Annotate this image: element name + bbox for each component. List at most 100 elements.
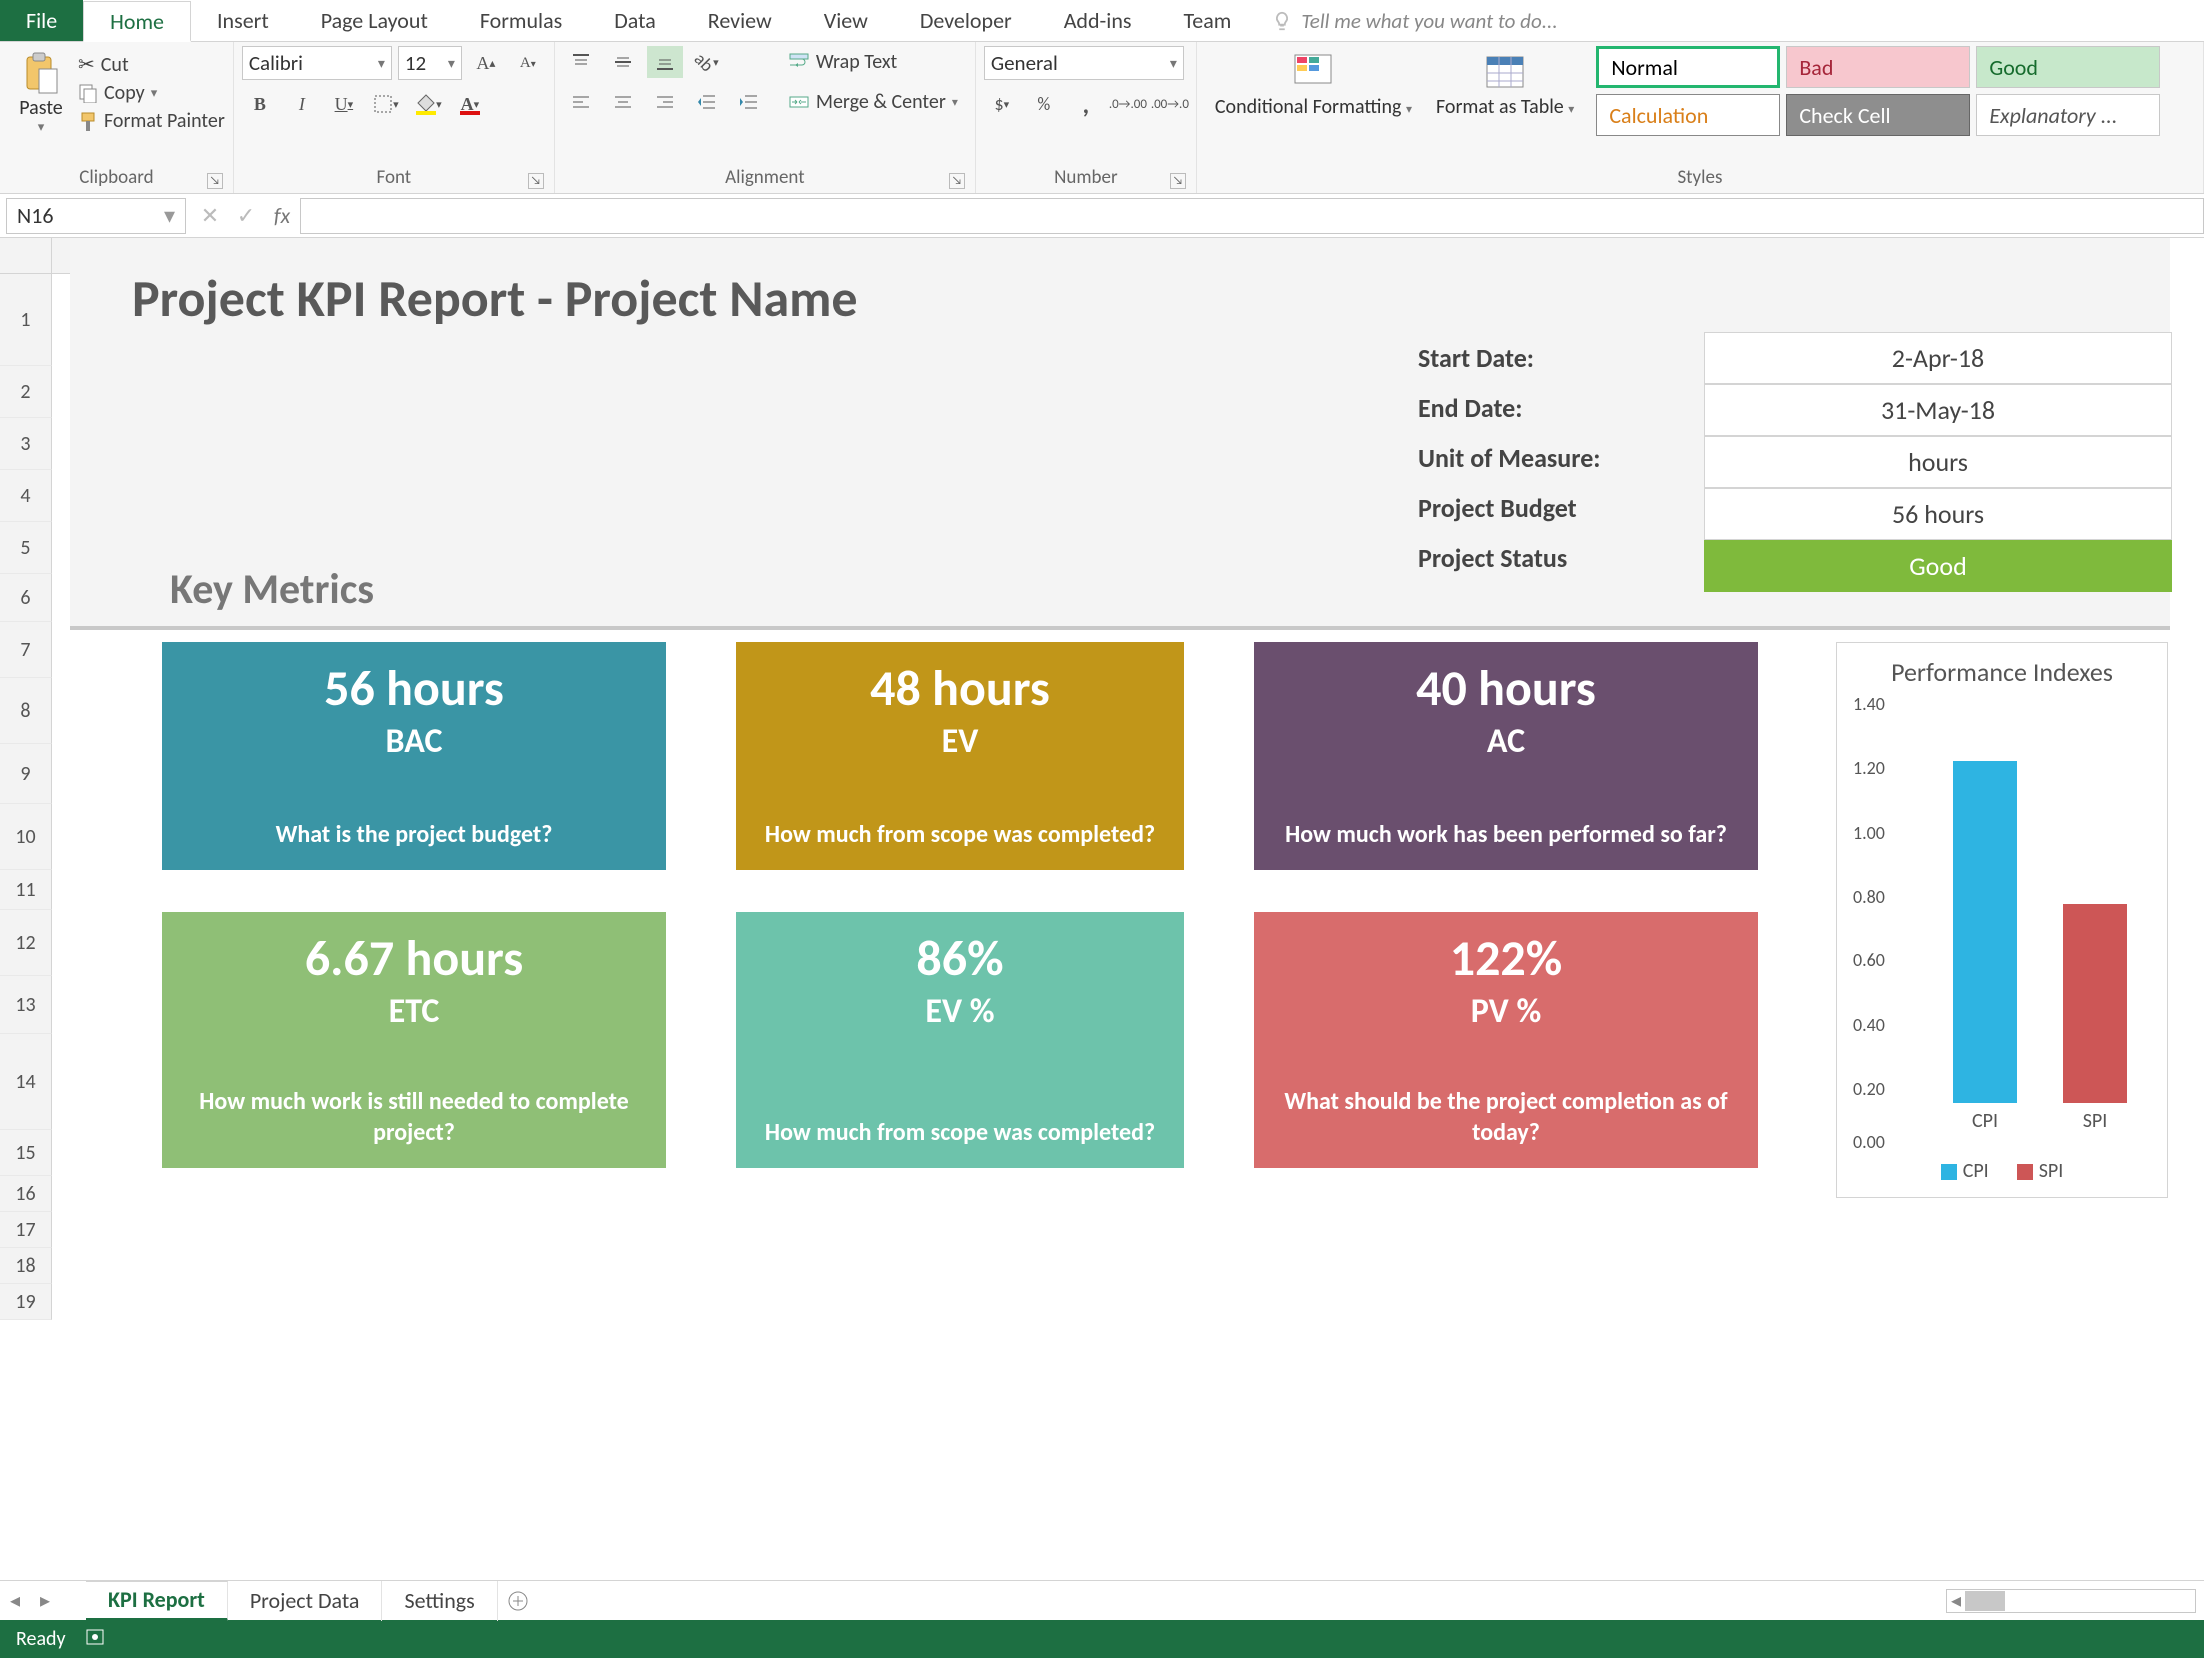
value-uom[interactable]: hours bbox=[1704, 436, 2172, 488]
align-middle-button[interactable] bbox=[605, 46, 641, 78]
tab-developer[interactable]: Developer bbox=[894, 0, 1038, 41]
align-left-button[interactable] bbox=[563, 86, 599, 118]
sheet-tab-kpi-report[interactable]: KPI Report bbox=[86, 1581, 228, 1621]
row-header-10[interactable]: 10 bbox=[0, 804, 52, 870]
tell-me-search[interactable]: Tell me what you want to do... bbox=[1271, 0, 1557, 41]
style-check-cell-button[interactable]: Check Cell bbox=[1786, 94, 1970, 136]
tab-scroll-left[interactable]: ◂ bbox=[0, 1588, 30, 1613]
increase-decimal-button[interactable]: .0→.00 bbox=[1110, 88, 1146, 120]
decrease-indent-button[interactable] bbox=[689, 86, 725, 118]
tab-home[interactable]: Home bbox=[83, 1, 191, 42]
value-budget[interactable]: 56 hours bbox=[1704, 488, 2172, 540]
number-launcher[interactable]: ↘ bbox=[1170, 173, 1186, 189]
font-color-button[interactable]: A▾ bbox=[452, 88, 488, 120]
formula-input[interactable] bbox=[300, 198, 2204, 234]
conditional-formatting-button[interactable]: Conditional Formatting ▾ bbox=[1205, 46, 1422, 122]
format-as-table-button[interactable]: Format as Table ▾ bbox=[1426, 46, 1584, 122]
tab-review[interactable]: Review bbox=[682, 0, 798, 41]
row-header-4[interactable]: 4 bbox=[0, 470, 52, 522]
row-header-2[interactable]: 2 bbox=[0, 366, 52, 418]
style-explanatory-button[interactable]: Explanatory ... bbox=[1976, 94, 2160, 136]
tab-page-layout[interactable]: Page Layout bbox=[295, 0, 454, 41]
orientation-button[interactable]: ab▾ bbox=[689, 46, 725, 78]
value-status[interactable]: Good bbox=[1704, 540, 2172, 592]
value-end-date[interactable]: 31-May-18 bbox=[1704, 384, 2172, 436]
row-header-8[interactable]: 8 bbox=[0, 678, 52, 744]
font-size-combo[interactable]: 12▾ bbox=[398, 46, 462, 80]
name-box[interactable]: N16▾ bbox=[6, 198, 186, 234]
tab-team[interactable]: Team bbox=[1158, 0, 1258, 41]
macro-record-icon[interactable] bbox=[84, 1625, 106, 1653]
clipboard-launcher[interactable]: ↘ bbox=[207, 173, 223, 189]
number-format-combo[interactable]: General▾ bbox=[984, 46, 1184, 80]
style-calculation-button[interactable]: Calculation bbox=[1596, 94, 1780, 136]
tab-file[interactable]: File bbox=[0, 0, 83, 41]
borders-button[interactable]: ▾ bbox=[368, 88, 404, 120]
tab-addins[interactable]: Add-ins bbox=[1038, 0, 1158, 41]
row-header-13[interactable]: 13 bbox=[0, 976, 52, 1034]
xlabel-cpi: CPI bbox=[1953, 1109, 2017, 1133]
accounting-format-button[interactable]: $▾ bbox=[984, 88, 1020, 120]
align-center-button[interactable] bbox=[605, 86, 641, 118]
horizontal-scrollbar[interactable]: ◂ bbox=[1946, 1589, 2196, 1613]
row-header-17[interactable]: 17 bbox=[0, 1212, 52, 1248]
fill-color-button[interactable]: ▾ bbox=[410, 88, 446, 120]
align-top-button[interactable] bbox=[563, 46, 599, 78]
tab-scroll-right[interactable]: ▸ bbox=[30, 1588, 60, 1613]
font-launcher[interactable]: ↘ bbox=[528, 173, 544, 189]
cancel-formula-button[interactable]: ✕ bbox=[192, 202, 228, 229]
style-good-button[interactable]: Good bbox=[1976, 46, 2160, 88]
tab-formulas[interactable]: Formulas bbox=[454, 0, 588, 41]
alignment-launcher[interactable]: ↘ bbox=[949, 173, 965, 189]
new-sheet-button[interactable] bbox=[498, 1581, 538, 1621]
row-header-3[interactable]: 3 bbox=[0, 418, 52, 470]
wrap-text-button[interactable]: Wrap Text bbox=[779, 46, 967, 78]
row-header-7[interactable]: 7 bbox=[0, 622, 52, 678]
decrease-decimal-button[interactable]: .00→.0 bbox=[1152, 88, 1188, 120]
cut-button[interactable]: ✂Cut bbox=[78, 52, 225, 77]
row-header-9[interactable]: 9 bbox=[0, 744, 52, 804]
increase-indent-button[interactable] bbox=[731, 86, 767, 118]
comma-format-button[interactable]: , bbox=[1068, 88, 1104, 120]
shrink-font-button[interactable]: A▾ bbox=[510, 47, 546, 79]
card-pvp-value: 122% bbox=[1450, 928, 1562, 989]
paste-button[interactable]: Paste▾ bbox=[8, 46, 74, 139]
percent-format-button[interactable]: % bbox=[1026, 88, 1062, 120]
row-header-19[interactable]: 19 bbox=[0, 1284, 52, 1320]
bold-button[interactable]: B bbox=[242, 88, 278, 120]
row-header-5[interactable]: 5 bbox=[0, 522, 52, 574]
sheet-tab-settings[interactable]: Settings bbox=[382, 1581, 497, 1621]
row-header-14[interactable]: 14 bbox=[0, 1034, 52, 1130]
row-header-1[interactable]: 1 bbox=[0, 274, 52, 366]
align-bottom-button[interactable] bbox=[647, 46, 683, 78]
borders-icon bbox=[373, 94, 393, 114]
tab-data[interactable]: Data bbox=[588, 0, 682, 41]
row-header-16[interactable]: 16 bbox=[0, 1176, 52, 1212]
plus-circle-icon bbox=[507, 1590, 529, 1612]
row-header-6[interactable]: 6 bbox=[0, 574, 52, 622]
row-header-11[interactable]: 11 bbox=[0, 870, 52, 910]
align-right-button[interactable] bbox=[647, 86, 683, 118]
tab-view[interactable]: View bbox=[798, 0, 894, 41]
grow-font-button[interactable]: A▴ bbox=[468, 47, 504, 79]
fx-button[interactable]: fx bbox=[264, 202, 300, 229]
value-start-date[interactable]: 2-Apr-18 bbox=[1704, 332, 2172, 384]
select-all-corner[interactable] bbox=[0, 238, 52, 274]
format-painter-button[interactable]: Format Painter bbox=[78, 109, 225, 133]
italic-button[interactable]: I bbox=[284, 88, 320, 120]
tab-insert[interactable]: Insert bbox=[191, 0, 295, 41]
underline-button[interactable]: U▾ bbox=[326, 88, 362, 120]
copy-button[interactable]: Copy▾ bbox=[78, 81, 225, 105]
enter-formula-button[interactable]: ✓ bbox=[228, 202, 264, 229]
merge-center-button[interactable]: Merge & Center▾ bbox=[779, 86, 967, 118]
sheet-tab-project-data[interactable]: Project Data bbox=[228, 1581, 383, 1621]
hscroll-thumb[interactable] bbox=[1965, 1591, 2005, 1611]
font-name-combo[interactable]: Calibri▾ bbox=[242, 46, 392, 80]
row-header-12[interactable]: 12 bbox=[0, 910, 52, 976]
performance-index-chart[interactable]: Performance Indexes 1.40 1.20 1.00 0.80 … bbox=[1836, 642, 2168, 1198]
style-bad-button[interactable]: Bad bbox=[1786, 46, 1970, 88]
row-header-15[interactable]: 15 bbox=[0, 1130, 52, 1176]
ytick-6: 0.20 bbox=[1853, 1078, 1885, 1100]
row-header-18[interactable]: 18 bbox=[0, 1248, 52, 1284]
style-normal-button[interactable]: Normal bbox=[1596, 46, 1780, 88]
